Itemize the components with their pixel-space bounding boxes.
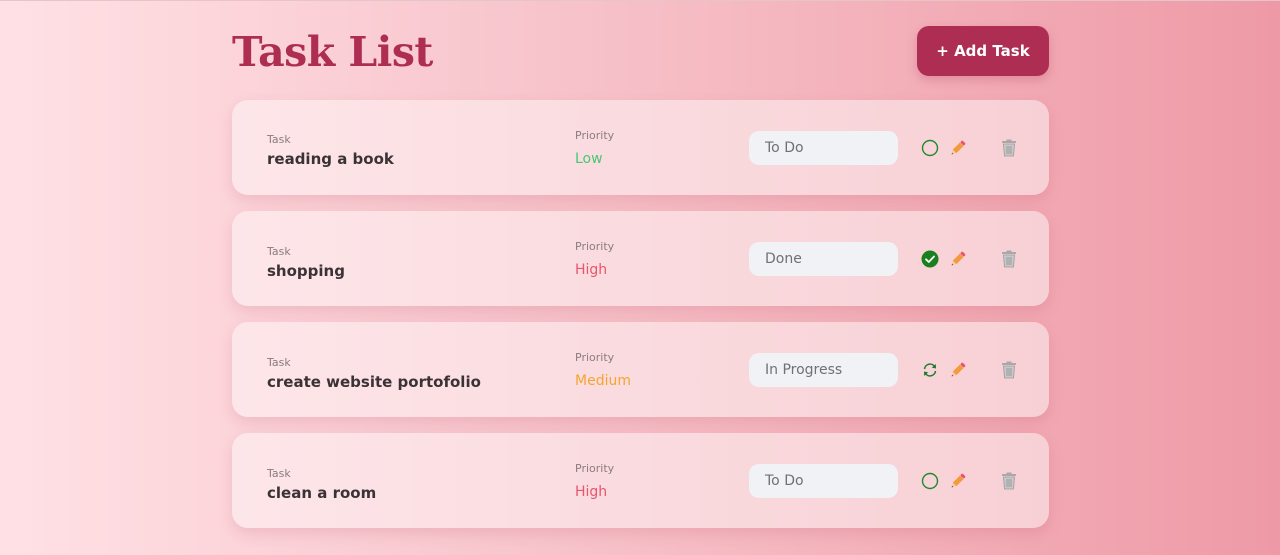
add-task-button[interactable]: + Add Task [917,26,1049,76]
status-select[interactable]: To Do [749,131,898,165]
pencil-icon[interactable] [947,359,969,381]
priority-label: Priority [575,129,615,142]
task-label: Task [267,245,291,258]
task-name: clean a room [267,484,377,502]
status-select[interactable]: To Do [749,464,898,498]
task-label: Task [267,356,291,369]
empty-circle-icon[interactable] [919,137,941,159]
task-name: shopping [267,262,345,280]
task-label: Task [267,133,291,146]
task-name: create website portofolio [267,373,481,391]
pencil-icon[interactable] [947,137,969,159]
trash-icon[interactable] [998,359,1020,381]
priority-value: High [575,484,608,500]
task-name: reading a book [267,150,394,168]
task-card: Task clean a room Priority High To Do [232,433,1049,528]
priority-label: Priority [575,351,615,364]
status-select[interactable]: Done [749,242,898,276]
task-list-container: Task List + Add Task Task reading a book… [232,0,1049,555]
pencil-icon[interactable] [947,470,969,492]
trash-icon[interactable] [998,137,1020,159]
task-label: Task [267,467,291,480]
task-card: Task create website portofolio Priority … [232,322,1049,417]
priority-value: Low [575,151,603,167]
task-card: Task shopping Priority High Done [232,211,1049,306]
page-title: Task List [232,28,433,76]
pencil-icon[interactable] [947,248,969,270]
priority-value: High [575,262,608,278]
empty-circle-icon[interactable] [919,470,941,492]
priority-value: Medium [575,373,631,389]
status-select[interactable]: In Progress [749,353,898,387]
priority-label: Priority [575,240,615,253]
trash-icon[interactable] [998,470,1020,492]
trash-icon[interactable] [998,248,1020,270]
header: Task List + Add Task [232,26,1049,76]
task-card: Task reading a book Priority Low To Do [232,100,1049,195]
check-circle-icon[interactable] [919,248,941,270]
priority-label: Priority [575,462,615,475]
refresh-icon[interactable] [919,359,941,381]
